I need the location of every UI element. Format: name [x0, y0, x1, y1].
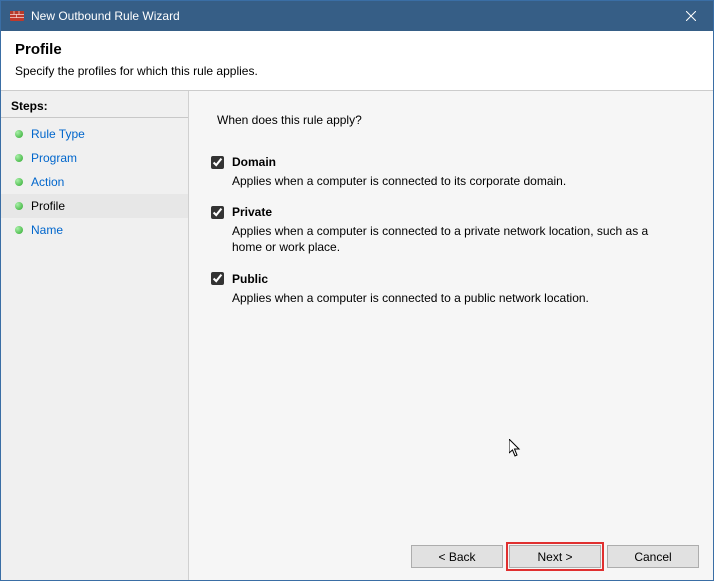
bullet-icon — [15, 154, 23, 162]
option-domain: Domain Applies when a computer is connec… — [211, 155, 695, 189]
back-button[interactable]: < Back — [411, 545, 503, 568]
page-subheading: Specify the profiles for which this rule… — [15, 64, 699, 78]
bullet-icon — [15, 202, 23, 210]
checkbox-private[interactable] — [211, 206, 224, 219]
step-label: Profile — [31, 199, 65, 213]
checkbox-domain[interactable] — [211, 156, 224, 169]
close-icon — [686, 11, 696, 21]
desc-private: Applies when a computer is connected to … — [232, 223, 662, 255]
bullet-icon — [15, 130, 23, 138]
wizard-body: Steps: Rule Type Program Action Profile — [1, 91, 713, 580]
steps-list: Rule Type Program Action Profile Name — [1, 122, 188, 242]
step-program[interactable]: Program — [1, 146, 188, 170]
wizard-header: Profile Specify the profiles for which t… — [1, 31, 713, 91]
step-label: Program — [31, 151, 77, 165]
bullet-icon — [15, 178, 23, 186]
option-public: Public Applies when a computer is connec… — [211, 272, 695, 306]
main-panel: When does this rule apply? Domain Applie… — [189, 91, 713, 580]
step-label: Name — [31, 223, 63, 237]
step-rule-type[interactable]: Rule Type — [1, 122, 188, 146]
wizard-window: New Outbound Rule Wizard Profile Specify… — [0, 0, 714, 581]
label-public: Public — [232, 272, 268, 286]
next-button[interactable]: Next > — [509, 545, 601, 568]
window-title: New Outbound Rule Wizard — [31, 9, 668, 23]
steps-title: Steps: — [1, 97, 188, 118]
button-row: < Back Next > Cancel — [411, 545, 699, 568]
cancel-button[interactable]: Cancel — [607, 545, 699, 568]
step-name[interactable]: Name — [1, 218, 188, 242]
label-domain: Domain — [232, 155, 276, 169]
desc-public: Applies when a computer is connected to … — [232, 290, 662, 306]
prompt-text: When does this rule apply? — [217, 113, 695, 127]
cursor-icon — [509, 439, 525, 459]
bullet-icon — [15, 226, 23, 234]
steps-sidebar: Steps: Rule Type Program Action Profile — [1, 91, 189, 580]
checkbox-public[interactable] — [211, 272, 224, 285]
label-private: Private — [232, 205, 272, 219]
step-action[interactable]: Action — [1, 170, 188, 194]
close-button[interactable] — [668, 1, 713, 31]
titlebar: New Outbound Rule Wizard — [1, 1, 713, 31]
step-label: Action — [31, 175, 64, 189]
page-heading: Profile — [15, 41, 699, 58]
step-label: Rule Type — [31, 127, 85, 141]
step-profile[interactable]: Profile — [1, 194, 188, 218]
firewall-icon — [9, 8, 25, 24]
option-private: Private Applies when a computer is conne… — [211, 205, 695, 255]
desc-domain: Applies when a computer is connected to … — [232, 173, 662, 189]
